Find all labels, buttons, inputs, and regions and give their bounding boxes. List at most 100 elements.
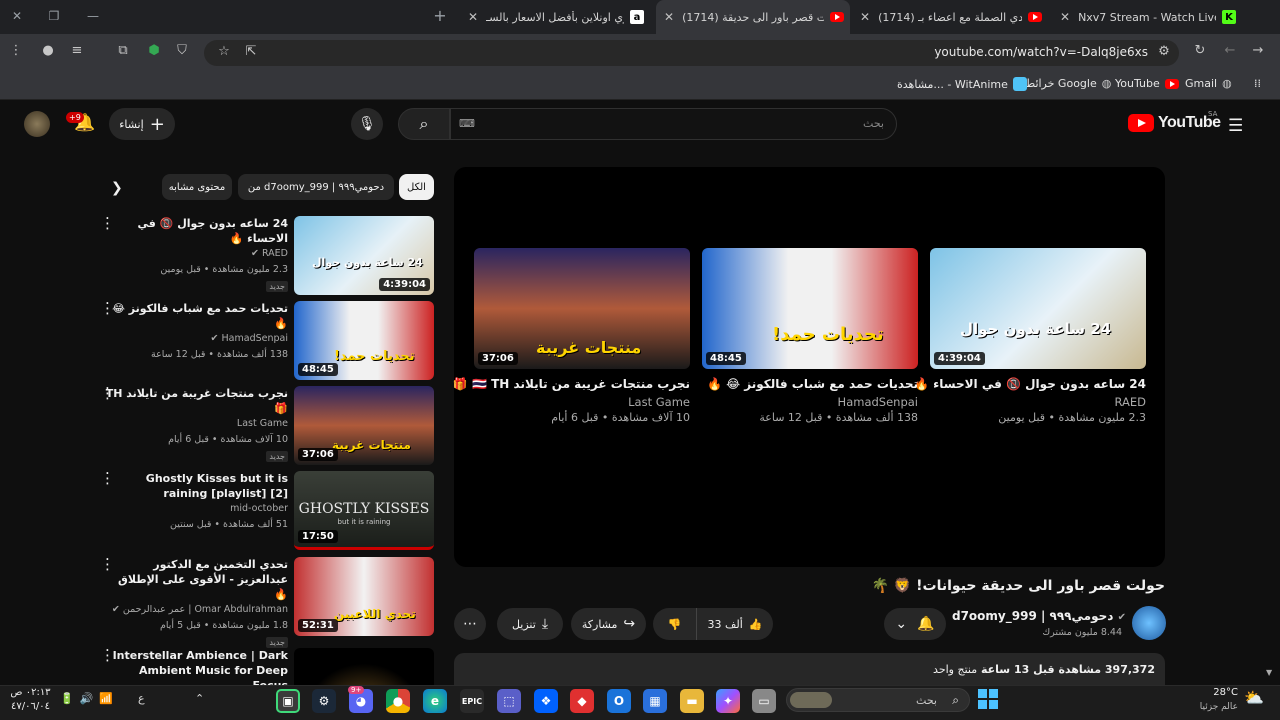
taskbar-search-input[interactable]: ⌕ بحث: [786, 688, 970, 712]
like-button[interactable]: 33 ألف 👍: [697, 608, 773, 640]
close-icon[interactable]: ✕: [860, 10, 870, 24]
taskbar-app-purple-icon[interactable]: ⬚: [497, 689, 521, 713]
channel-name[interactable]: RAED: [930, 395, 1146, 409]
scroll-down-icon[interactable]: ▼: [1266, 668, 1272, 677]
taskbar-copilot-icon[interactable]: ✦: [716, 689, 740, 713]
channel-name[interactable]: mid-october: [102, 501, 288, 517]
list-item[interactable]: Interstellar Ambience | Dark Ambient Mus…: [100, 648, 434, 685]
extensions-icon[interactable]: ⧉: [113, 43, 133, 58]
reload-icon[interactable]: ↻: [1190, 43, 1210, 58]
channel-name[interactable]: Last Game: [474, 395, 690, 409]
download-button[interactable]: تنزيل ⤓: [497, 608, 563, 640]
input-language[interactable]: ع: [138, 692, 145, 705]
adblock-extension-icon[interactable]: ⬢: [144, 43, 164, 58]
clock[interactable]: ٠٢:١٣ ص ٤٧/٠٦/٠٤: [8, 686, 53, 714]
tray-status-icons[interactable]: 🔋🔊📶: [60, 692, 119, 705]
video-thumbnail[interactable]: [294, 648, 434, 685]
list-item[interactable]: 24 ساعة بدون جوال 4:39:04 24 ساعه بدون ج…: [100, 216, 434, 298]
list-item[interactable]: تحدي اللاعبين 52:31 تحدي التخمين مع الدك…: [100, 557, 434, 648]
bookmark-google-maps[interactable]: خرائط Google ◍: [1025, 77, 1111, 90]
close-window-icon[interactable]: ✕: [8, 9, 26, 23]
taskbar-edge-icon[interactable]: e: [423, 689, 447, 713]
weather-cloud-icon[interactable]: ⛅: [1244, 688, 1264, 707]
more-options-icon[interactable]: ⋮: [100, 216, 115, 231]
video-title[interactable]: Interstellar Ambience | Dark Ambient Mus…: [102, 648, 288, 685]
video-title[interactable]: 24 ساعه بدون جوال 📵 في الاحساء 🔥: [102, 216, 288, 246]
video-thumbnail[interactable]: منتجات غريبة 37:06: [474, 248, 690, 369]
tab-current-video[interactable]: ✕ (1714) حولت قصر باور الى حديقة: [656, 0, 850, 34]
taskbar-app-red-icon[interactable]: ◆: [570, 689, 594, 713]
video-thumbnail[interactable]: GHOSTLY KISSES but it is raining 17:50: [294, 471, 434, 550]
video-title[interactable]: نجرب منتجات غريبة من تايلاند TH 🎁: [102, 386, 288, 416]
more-options-icon[interactable]: ⋮: [100, 386, 115, 401]
channel-name[interactable]: RAED ✔: [102, 246, 288, 262]
close-icon[interactable]: ✕: [664, 10, 674, 24]
reading-list-icon[interactable]: ≡: [67, 43, 87, 58]
tab-kick[interactable]: ✕ Nxv7 Stream - Watch Live on K K: [1052, 0, 1242, 34]
forward-icon[interactable]: ←: [1220, 43, 1240, 58]
search-button[interactable]: ⌕: [398, 108, 450, 140]
bookmark-gmail[interactable]: Gmail ◍: [1185, 77, 1232, 90]
channel-name[interactable]: d7oomy_999 | دحومي٩٩٩ ✔: [940, 609, 1126, 623]
taskbar-outlook-icon[interactable]: O: [607, 689, 631, 713]
video-title[interactable]: 24 ساعه بدون جوال 📵 في الاحساء 🔥: [914, 377, 1146, 391]
youtube-logo[interactable]: YouTube: [1128, 114, 1221, 132]
channel-avatar[interactable]: [1132, 606, 1166, 640]
video-thumbnail[interactable]: منتجات غريبة 37:06: [294, 386, 434, 465]
bookmark-star-icon[interactable]: ☆: [214, 44, 234, 59]
taskbar-epic-games-icon[interactable]: EPIC: [460, 689, 484, 713]
tray-chevron-up-icon[interactable]: ⌃: [195, 692, 204, 705]
url-text[interactable]: youtube.com/watch?v=-Dalq8je6xs: [880, 45, 1148, 59]
back-icon[interactable]: →: [1248, 43, 1268, 58]
create-button[interactable]: إنشاء +: [109, 108, 175, 140]
site-settings-icon[interactable]: ⚙: [1154, 44, 1174, 59]
description-box[interactable]: 397,372 مشاهدة قبل 13 ساعة منتج واحد: [454, 653, 1165, 685]
channel-name[interactable]: Last Game: [102, 416, 288, 432]
end-screen-card[interactable]: منتجات غريبة 37:06 نجرب منتجات غريبة من …: [453, 248, 690, 424]
chip-all[interactable]: الكل: [399, 174, 434, 200]
restore-window-icon[interactable]: ❐: [45, 9, 63, 23]
close-icon[interactable]: ✕: [468, 10, 478, 24]
video-thumbnail[interactable]: 24 ساعة بدون جوال 4:39:04: [294, 216, 434, 295]
list-item[interactable]: منتجات غريبة 37:06 نجرب منتجات غريبة من …: [100, 386, 434, 468]
more-options-icon[interactable]: ⋮: [100, 648, 115, 663]
taskbar-app-active-icon[interactable]: ▣: [276, 689, 300, 713]
taskbar-steam-icon[interactable]: ⚙: [312, 689, 336, 713]
video-title[interactable]: نجرب منتجات غريبة من تايلاند 🇹🇭 TH 🎁: [453, 377, 690, 391]
new-tab-button[interactable]: +: [431, 6, 449, 25]
video-title[interactable]: تحديات حمد مع شباب فالكونز 😂 🔥: [102, 301, 288, 331]
list-item[interactable]: تحديات حمد! 48:45 تحديات حمد مع شباب فال…: [100, 301, 434, 383]
apps-grid-icon[interactable]: ⁞⁞: [1254, 77, 1261, 90]
windows-start-icon[interactable]: [978, 689, 998, 709]
taskbar-file-explorer-icon[interactable]: ▬: [680, 689, 704, 713]
subscribed-notifications-button[interactable]: ⌄ 🔔: [884, 608, 946, 640]
video-title[interactable]: Ghostly Kisses but it is raining [playli…: [102, 471, 288, 501]
install-app-icon[interactable]: ⇱: [241, 44, 261, 59]
taskbar-app-files-icon[interactable]: ▭: [752, 689, 776, 713]
tab-youtube-2[interactable]: ✕ (1714) تحدي الصملة مع اعضاء بـ: [852, 0, 1048, 34]
more-options-icon[interactable]: ⋮: [100, 557, 115, 572]
more-actions-button[interactable]: ⋯: [454, 608, 486, 640]
close-icon[interactable]: ✕: [1060, 10, 1070, 24]
end-screen-card[interactable]: تحديات حمد! 48:45 تحديات حمد مع شباب فال…: [702, 248, 918, 424]
video-thumbnail[interactable]: تحديات حمد! 48:45: [294, 301, 434, 380]
chip-related[interactable]: محتوى مشابه: [162, 174, 232, 200]
taskbar-store-icon[interactable]: ▦: [643, 689, 667, 713]
shield-extension-icon[interactable]: ⛉: [172, 43, 192, 58]
channel-name[interactable]: HamadSenpai: [702, 395, 918, 409]
voice-search-button[interactable]: 🎙: [351, 108, 383, 140]
tab-amazon[interactable]: ✕ اشتري اونلاين بأفضل الاسعار بالسـ a: [460, 0, 650, 34]
bookmark-witanime[interactable]: مشاهدة... - WitAnime: [897, 77, 1027, 91]
chevron-right-icon[interactable]: ❯: [111, 180, 123, 196]
channel-name[interactable]: Omar Abdulrahman | عمر عبدالرحمن ✔: [102, 602, 288, 618]
video-thumbnail[interactable]: تحدي اللاعبين 52:31: [294, 557, 434, 636]
taskbar-chrome-icon[interactable]: ●: [386, 689, 410, 713]
video-thumbnail[interactable]: تحديات حمد! 48:45: [702, 248, 918, 369]
end-screen-card[interactable]: 24 ساعة بدون جوال 4:39:04 24 ساعه بدون ج…: [914, 248, 1146, 424]
guide-menu-icon[interactable]: ☰: [1228, 116, 1243, 136]
dislike-button[interactable]: 👎: [653, 608, 697, 640]
minimize-window-icon[interactable]: —: [84, 9, 102, 23]
keyboard-icon[interactable]: ⌨: [459, 117, 475, 130]
avatar[interactable]: [24, 111, 50, 137]
profile-icon[interactable]: ●: [38, 43, 58, 58]
